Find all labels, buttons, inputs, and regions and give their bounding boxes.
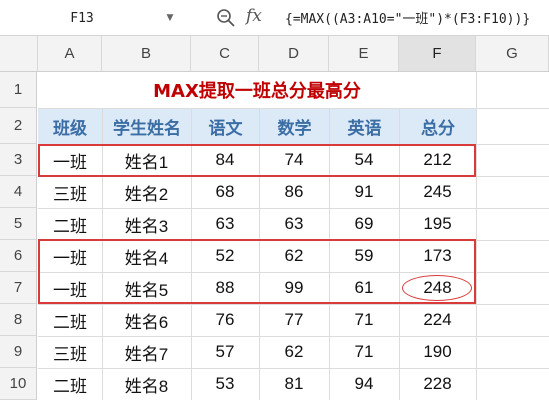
table-cell[interactable]: 77 [259, 304, 329, 336]
highlight-box-row-3 [38, 144, 476, 177]
table-cell[interactable]: 62 [259, 336, 329, 368]
name-box[interactable]: F13 ▼ [2, 5, 178, 31]
column-header-b[interactable]: B [102, 36, 191, 71]
header-english[interactable]: 英语 [330, 109, 399, 144]
table-cell[interactable]: 91 [329, 176, 399, 208]
table-cell[interactable]: 二班 [38, 208, 102, 240]
table-cell[interactable]: 71 [329, 304, 399, 336]
column-header-d[interactable]: D [259, 36, 329, 71]
select-all-corner[interactable] [0, 36, 38, 71]
table-cell[interactable]: 94 [329, 368, 399, 400]
row-header-1[interactable]: 1 [0, 72, 37, 108]
row-header-8[interactable]: 8 [0, 304, 37, 336]
row-header-2[interactable]: 2 [0, 108, 37, 144]
table-cell[interactable]: 二班 [38, 304, 102, 336]
table-cell[interactable]: 二班 [38, 368, 102, 400]
table-cell[interactable]: 245 [399, 176, 476, 208]
zoom-icon[interactable] [216, 8, 236, 28]
row-header-10[interactable]: 10 [0, 368, 37, 400]
table-cell[interactable]: 姓名6 [102, 304, 191, 336]
header-total[interactable]: 总分 [400, 109, 476, 144]
table-cell[interactable]: 姓名8 [102, 368, 191, 400]
table-cell[interactable]: 76 [191, 304, 259, 336]
sheet-title[interactable]: MAX提取一班总分最高分 [38, 72, 476, 108]
table-cell[interactable]: 228 [399, 368, 476, 400]
row-header-5[interactable]: 5 [0, 208, 37, 240]
table-cell[interactable]: 57 [191, 336, 259, 368]
table-cell[interactable]: 63 [259, 208, 329, 240]
column-header-e[interactable]: E [329, 36, 399, 71]
row-header-4[interactable]: 4 [0, 176, 37, 208]
row-header-7[interactable]: 7 [0, 272, 37, 304]
column-header-bar: A B C D E F G [0, 36, 549, 72]
table-cell[interactable]: 86 [259, 176, 329, 208]
table-cell[interactable]: 224 [399, 304, 476, 336]
name-box-value: F13 [70, 10, 94, 26]
header-math[interactable]: 数学 [260, 109, 329, 144]
table-cell[interactable]: 姓名2 [102, 176, 191, 208]
table-cell[interactable]: 195 [399, 208, 476, 240]
table-cell[interactable]: 三班 [38, 336, 102, 368]
table-cell[interactable]: 68 [191, 176, 259, 208]
column-header-c[interactable]: C [191, 36, 259, 71]
row-header-3[interactable]: 3 [0, 144, 37, 176]
table-cell[interactable]: 三班 [38, 176, 102, 208]
formula-bar: F13 ▼ fx {=MAX((A3:A10="一班")*(F3:F10))} [0, 0, 549, 36]
table-cell[interactable]: 81 [259, 368, 329, 400]
fx-icon[interactable]: fx [246, 6, 262, 26]
table-cell[interactable]: 姓名7 [102, 336, 191, 368]
table-cell[interactable]: 63 [191, 208, 259, 240]
table-cell[interactable]: 190 [399, 336, 476, 368]
max-value-ellipse [402, 275, 472, 301]
table-cell[interactable]: 69 [329, 208, 399, 240]
chevron-down-icon[interactable]: ▼ [162, 13, 178, 23]
formula-input[interactable]: {=MAX((A3:A10="一班")*(F3:F10))} [285, 8, 530, 27]
header-chinese[interactable]: 语文 [192, 109, 259, 144]
header-student-name[interactable]: 学生姓名 [103, 109, 191, 144]
column-header-a[interactable]: A [38, 36, 102, 71]
column-header-f[interactable]: F [399, 36, 476, 71]
table-cell[interactable]: 71 [329, 336, 399, 368]
row-header-9[interactable]: 9 [0, 336, 37, 368]
table-cell[interactable]: 姓名3 [102, 208, 191, 240]
table-cell[interactable]: 53 [191, 368, 259, 400]
row-header-6[interactable]: 6 [0, 240, 37, 272]
column-header-g[interactable]: G [476, 36, 549, 71]
header-class[interactable]: 班级 [38, 109, 102, 144]
